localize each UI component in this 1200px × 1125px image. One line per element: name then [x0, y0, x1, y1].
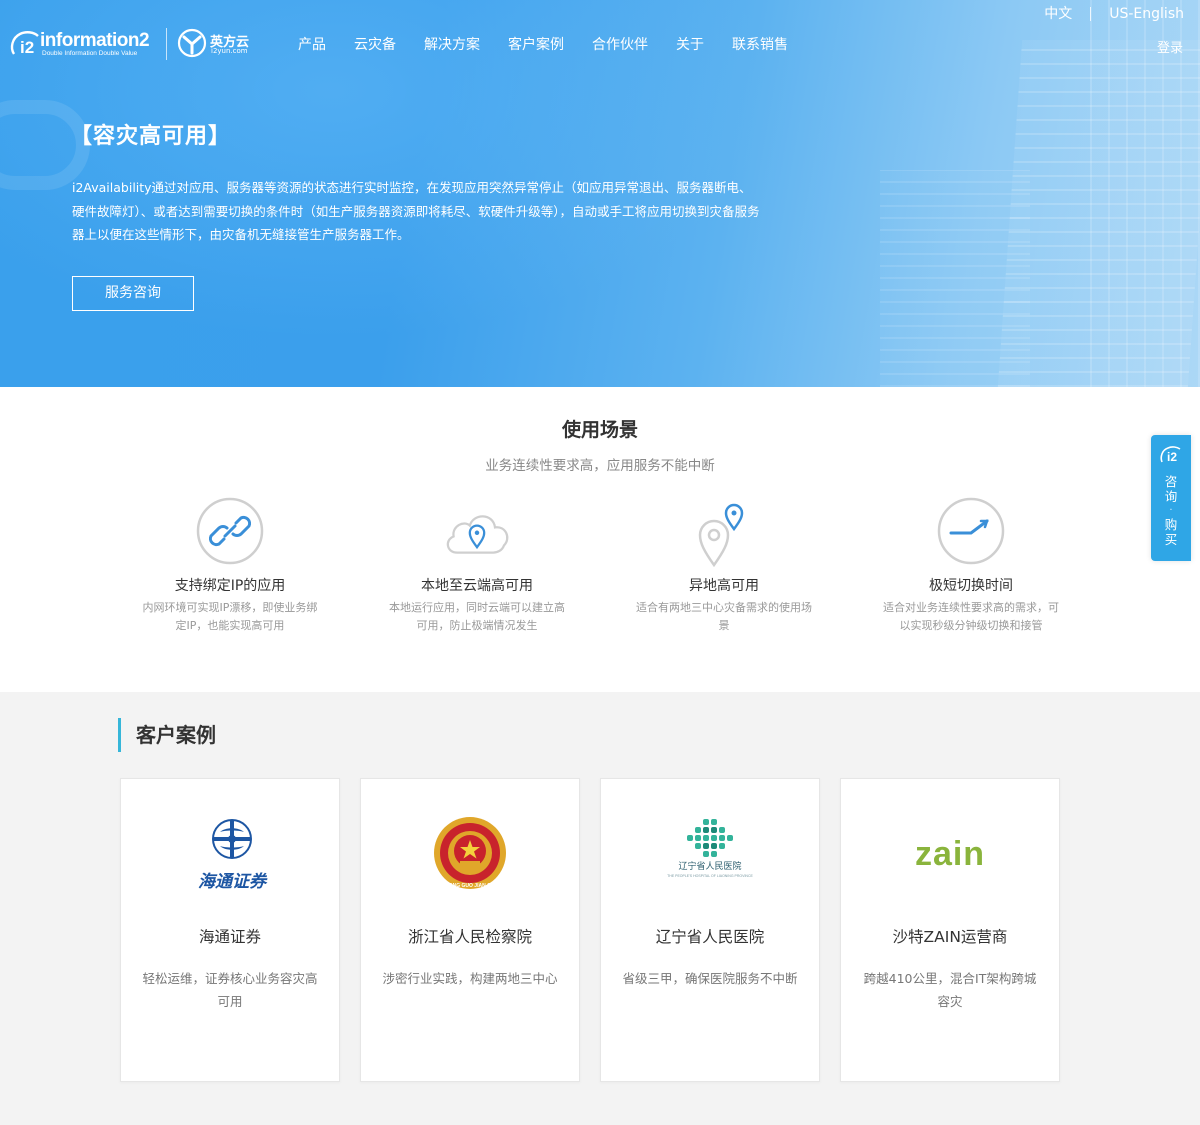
float-char: 询 — [1164, 489, 1178, 504]
floating-consult-buy-button[interactable]: i2 咨 询 · 购 买 — [1151, 435, 1191, 561]
i2yun-domain: i2yun.com — [211, 47, 248, 55]
float-char: 购 — [1164, 517, 1178, 532]
lang-english[interactable]: US-English — [1109, 5, 1184, 23]
feature-desc: 适合对业务连续性要求高的需求，可以实现秒级分钟级切换和接管 — [883, 601, 1059, 632]
i2yun-logo[interactable]: 英方云 i2yun.com — [177, 28, 257, 60]
service-consult-button[interactable]: 服务咨询 — [72, 276, 194, 311]
feature-item: 本地至云端高可用 本地运行应用，同时云端可以建立高可用，防止极端情况发生 — [377, 495, 577, 635]
hospital-logo-text: 辽宁省人民医院 — [678, 860, 741, 872]
usage-scenarios-section: 使用场景 业务连续性要求高，应用服务不能中断 支持绑定IP的应用 内网环境可实现… — [0, 387, 1200, 692]
login-link[interactable]: 登录 — [1157, 37, 1183, 56]
cloud-location-icon — [446, 515, 509, 554]
procuratorate-logo-text: ZHONG GUO JIAN CHA — [442, 883, 498, 889]
nav-item-contact-sales[interactable]: 联系销售 — [718, 35, 802, 55]
cases-title: 客户案例 — [118, 718, 216, 752]
link-icon — [196, 497, 264, 565]
lang-divider — [1090, 7, 1092, 21]
float-char: 咨 — [1164, 474, 1178, 489]
float-char: 买 — [1164, 532, 1178, 547]
logo-divider — [166, 28, 167, 60]
zain-logo-text: zain — [915, 835, 985, 873]
case-card-haitong[interactable]: 海通证券 海通证券 轻松运维，证券核心业务容灾高可用 — [120, 778, 340, 1082]
case-desc: 涉密行业实践，构建两地三中心 — [382, 971, 558, 986]
nav-item-cloud-dr[interactable]: 云灾备 — [340, 35, 410, 55]
hero-title: 【容灾高可用】 — [70, 124, 232, 149]
hero-banner: i2 information2 Double Information Doubl… — [0, 0, 1200, 387]
feature-name: 支持绑定IP的应用 — [174, 578, 286, 594]
case-name: 浙江省人民检察院 — [407, 928, 532, 946]
section-title: 使用场景 — [561, 419, 638, 441]
case-desc: 轻松运维，证券核心业务容灾高可用 — [142, 971, 318, 1009]
zain-logo: zain — [915, 835, 985, 873]
nav-item-partners[interactable]: 合作伙伴 — [578, 35, 662, 55]
feature-item: 异地高可用 适合有两地三中心灾备需求的使用场景 — [624, 495, 824, 635]
nav-item-products[interactable]: 产品 — [284, 35, 340, 55]
case-desc: 跨越410公里，混合IT架构跨城容灾 — [863, 971, 1037, 1009]
customer-cases-section: 客户案例 海通证券 海通证券 轻松运维，证券核心业务容灾高可用 ZHONG GU… — [0, 692, 1200, 1125]
section-subtitle: 业务连续性要求高，应用服务不能中断 — [485, 458, 715, 474]
nav-item-about[interactable]: 关于 — [662, 35, 718, 55]
gauge-icon — [937, 497, 1005, 565]
feature-item: 极短切换时间 适合对业务连续性要求高的需求，可以实现秒级分钟级切换和接管 — [871, 495, 1071, 635]
floating-consult-label: 咨 询 · 购 买 — [1151, 475, 1191, 548]
feature-name: 异地高可用 — [689, 578, 759, 594]
logo-wordmark: information2 — [40, 30, 150, 51]
language-switcher: 中文 US-English — [1044, 5, 1184, 23]
case-card-liaoning-hospital[interactable]: 辽宁省人民医院 THE PEOPLE'S HOSPITAL OF LIAONIN… — [600, 778, 820, 1082]
nav-item-solutions[interactable]: 解决方案 — [410, 35, 494, 55]
i2yun-logo-mark-icon — [177, 28, 207, 58]
procuratorate-emblem-logo: ZHONG GUO JIAN CHA — [434, 817, 506, 889]
hospital-logo-subtext: THE PEOPLE'S HOSPITAL OF LIAONING PROVIN… — [667, 874, 753, 878]
hero-description: i2Availability通过对应用、服务器等资源的状态进行实时监控，在发现应… — [72, 180, 760, 242]
feature-name: 极短切换时间 — [929, 578, 1013, 594]
main-nav: 产品 云灾备 解决方案 客户案例 合作伙伴 关于 联系销售 — [284, 35, 802, 55]
case-card-zhejiang-procuratorate[interactable]: ZHONG GUO JIAN CHA 浙江省人民检察院 涉密行业实践，构建两地三… — [360, 778, 580, 1082]
feature-name: 本地至云端高可用 — [421, 578, 533, 594]
haitong-securities-logo: 海通证券 — [198, 819, 268, 892]
case-name: 辽宁省人民医院 — [655, 928, 765, 946]
case-card-zain[interactable]: zain 沙特ZAIN运营商 跨越410公里，混合IT架构跨城容灾 — [840, 778, 1060, 1082]
case-name: 海通证券 — [198, 928, 261, 946]
case-name: 沙特ZAIN运营商 — [892, 928, 1008, 946]
i2-mini-logo-icon: i2 — [1160, 446, 1181, 464]
feature-desc: 内网环境可实现IP漂移，即使业务绑定IP，也能实现高可用 — [142, 601, 318, 632]
map-pin-icon — [698, 503, 744, 567]
svg-text:i2: i2 — [20, 38, 34, 56]
svg-text:i2: i2 — [1167, 450, 1177, 464]
float-dot: · — [1169, 505, 1173, 516]
feature-desc: 适合有两地三中心灾备需求的使用场景 — [636, 601, 812, 632]
case-desc: 省级三甲，确保医院服务不中断 — [622, 971, 798, 986]
feature-desc: 本地运行应用，同时云端可以建立高可用，防止极端情况发生 — [389, 601, 565, 632]
information2-logo[interactable]: i2 information2 Double Information Doubl… — [8, 28, 158, 58]
liaoning-hospital-logo: 辽宁省人民医院 THE PEOPLE'S HOSPITAL OF LIAONIN… — [667, 819, 753, 878]
i2-logo-mark-icon: i2 — [10, 31, 39, 56]
logo-tagline: Double Information Double Value — [42, 50, 138, 57]
lang-chinese[interactable]: 中文 — [1044, 5, 1072, 23]
feature-item: 支持绑定IP的应用 内网环境可实现IP漂移，即使业务绑定IP，也能实现高可用 — [130, 495, 330, 635]
haitong-logo-text: 海通证券 — [198, 872, 268, 892]
top-navigation-bar: i2 information2 Double Information Doubl… — [0, 0, 1200, 70]
nav-item-cases[interactable]: 客户案例 — [494, 35, 578, 55]
